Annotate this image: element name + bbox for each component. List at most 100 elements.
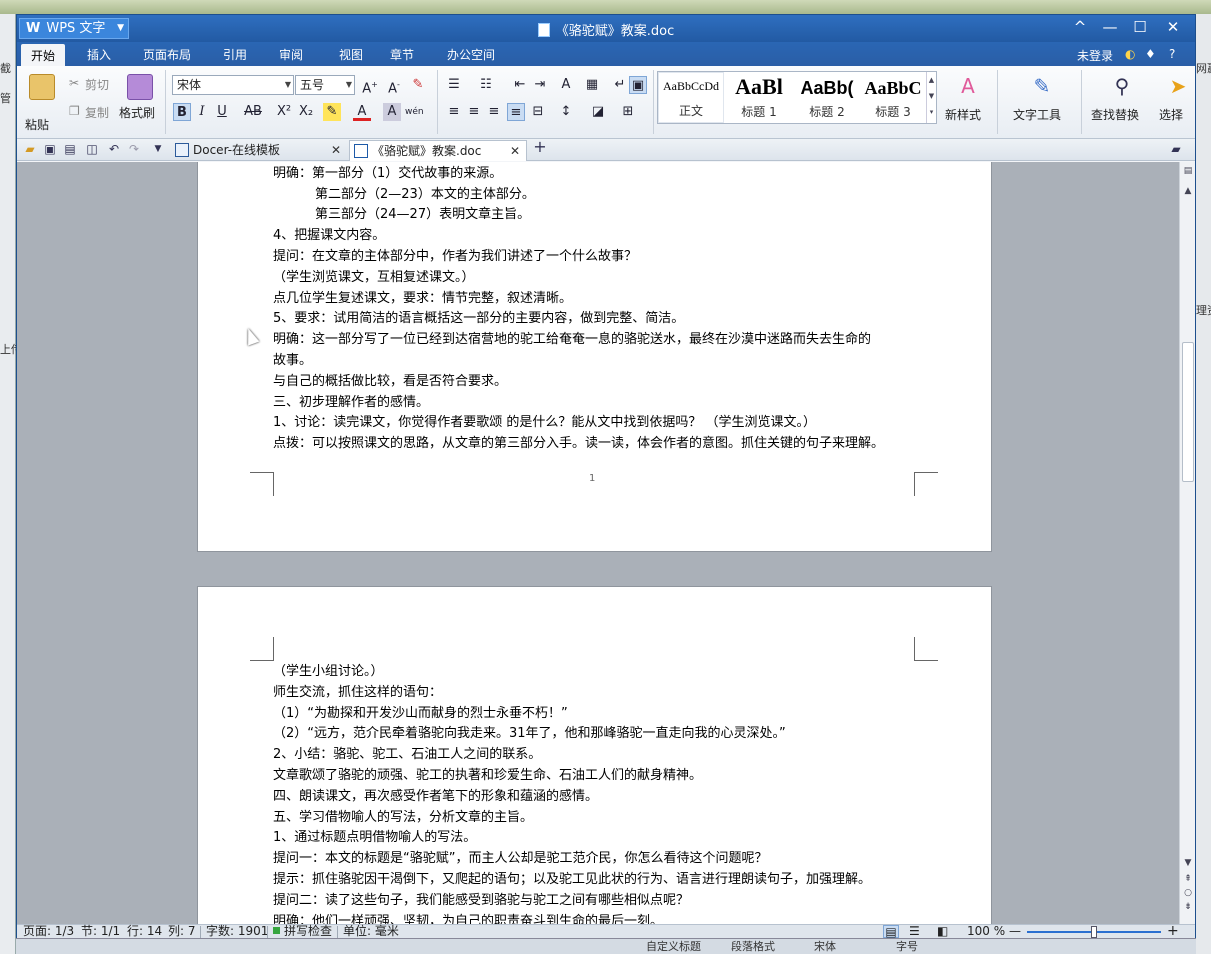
web-view-icon[interactable]: ◧ [937, 925, 948, 938]
style-heading-2[interactable]: AaBb(标题 2 [794, 72, 860, 123]
previous-page-icon[interactable]: ⇞ [1183, 874, 1193, 884]
zoom-level[interactable]: 100 % [967, 925, 1005, 938]
tab-view[interactable]: 视图 [339, 46, 363, 63]
close-tab-icon[interactable]: ✕ [331, 140, 341, 160]
scroll-down-icon[interactable]: ▼ [1183, 858, 1193, 868]
justify-icon[interactable]: ≡ [507, 103, 525, 121]
increase-indent-icon[interactable]: ⇥ [531, 76, 549, 94]
align-center-icon[interactable]: ≡ [465, 103, 483, 121]
tab-docer-templates[interactable]: Docer-在线模板 ✕ [171, 140, 347, 161]
line-spacing-icon[interactable]: ↕ [557, 103, 575, 121]
pinyin-icon[interactable]: wén [405, 103, 424, 121]
status-word-count[interactable]: 字数: 1901 [206, 925, 268, 938]
shirt-icon[interactable]: ♦ [1145, 47, 1156, 61]
find-replace-button[interactable]: 查找替换 [1091, 106, 1139, 123]
document-line[interactable]: 4、把握课文内容。 [273, 227, 385, 245]
clear-format-icon[interactable]: ✎ [409, 76, 427, 94]
paste-icon[interactable] [29, 74, 55, 100]
status-page[interactable]: 页面: 1/3 [23, 925, 74, 938]
style-gallery-scroll[interactable]: ▲ ▼ ▾ [926, 72, 936, 123]
scroll-page-icon[interactable]: ▤ [1183, 166, 1193, 176]
zoom-slider-thumb[interactable] [1091, 926, 1097, 938]
shrink-font-icon[interactable]: A- [385, 76, 403, 96]
copy-button[interactable]: 复制 [85, 104, 109, 121]
new-style-button[interactable]: 新样式 [945, 106, 981, 123]
document-line[interactable]: 三、初步理解作者的感情。 [273, 394, 429, 412]
zoom-slider[interactable] [1027, 926, 1161, 938]
skin-icon[interactable]: ◐ [1125, 47, 1135, 61]
borders-icon[interactable]: ⊞ [619, 103, 637, 121]
document-line[interactable]: （1）“为勘探和开发沙山而献身的烈士永垂不朽！” [273, 705, 568, 723]
maximize-button[interactable]: ☐ [1127, 18, 1153, 36]
select-button[interactable]: 选择 [1159, 106, 1183, 123]
superscript-button[interactable]: X² [275, 103, 293, 121]
paragraph-shading-icon[interactable]: ◪ [589, 103, 607, 121]
new-style-icon[interactable]: A [955, 74, 981, 100]
tab-chapter[interactable]: 章节 [390, 46, 414, 63]
subscript-button[interactable]: X₂ [297, 103, 315, 121]
help-button[interactable]: ? [1169, 47, 1175, 61]
style-heading-1[interactable]: AaBl 标题 1 [726, 72, 792, 123]
document-line[interactable]: （2）“远方，范介民牵着骆驼向我走来。31年了，他和那峰骆驼一直走向我的心灵深处… [273, 725, 786, 743]
next-page-icon[interactable]: ⇟ [1183, 902, 1193, 912]
scrollbar-thumb[interactable] [1182, 342, 1194, 482]
document-line[interactable]: 提问二：读了这些句子，我们能感受到骆驼与驼工之间有哪些相似点呢？ [273, 892, 689, 910]
show-marks-icon[interactable]: ▣ [629, 76, 647, 94]
select-cursor-icon[interactable]: ➤ [1165, 74, 1191, 100]
document-line[interactable]: 第三部分（24—27）表明文章主旨。 [315, 206, 530, 224]
bullet-list-icon[interactable]: ☰ [445, 76, 463, 94]
tab-insert[interactable]: 插入 [87, 46, 111, 63]
tab-document[interactable]: 《骆驼赋》教案.doc ✕ [349, 140, 527, 161]
redo-icon[interactable]: ↷ [127, 143, 141, 156]
format-painter-button[interactable]: 格式刷 [119, 104, 155, 121]
format-painter-icon[interactable] [127, 74, 153, 100]
font-color-icon[interactable]: A [353, 103, 371, 121]
decrease-indent-icon[interactable]: ⇤ [511, 76, 529, 94]
tab-office-space[interactable]: 办公空间 [447, 46, 495, 63]
save-icon[interactable]: ▣ [43, 143, 57, 156]
document-line[interactable]: 提示：抓住骆驼因干渴倒下，又爬起的语句；以及驼工见此状的行为、语言进行理朗读句子… [273, 871, 871, 889]
cut-button[interactable]: 剪切 [85, 76, 109, 93]
text-direction-icon[interactable]: A [557, 76, 575, 94]
document-line[interactable]: 师生交流，抓住这样的语句： [273, 684, 442, 702]
tab-home[interactable]: 开始 [21, 44, 66, 66]
browse-object-icon[interactable]: ○ [1183, 888, 1193, 898]
print-icon[interactable]: ▤ [63, 143, 77, 156]
login-link[interactable]: 未登录 [1077, 47, 1113, 64]
table-icon[interactable]: ▦ [583, 76, 601, 94]
document-line[interactable]: 与自己的概括做比较，看是否符合要求。 [273, 373, 507, 391]
style-normal[interactable]: AaBbCcDd 正文 [658, 72, 724, 123]
font-size-select[interactable]: 五号 ▼ [295, 75, 355, 95]
document-line[interactable]: 1、通过标题点明借物喻人的写法。 [273, 829, 476, 847]
document-line[interactable]: 明确：第一部分（1）交代故事的来源。 [273, 165, 502, 183]
document-line[interactable]: 点拨：可以按照课文的思路，从文章的第三部分入手。读一读，体会作者的意图。抓住关键… [273, 435, 884, 453]
document-line[interactable]: 提问一：本文的标题是“骆驼赋”，而主人公却是驼工范介民，你怎么看待这个问题呢？ [273, 850, 767, 868]
minimize-button[interactable]: — [1097, 18, 1123, 36]
document-line[interactable]: 第二部分（2—23）本文的主体部分。 [315, 186, 535, 204]
page-view-icon[interactable]: ▤ [883, 925, 899, 939]
undo-icon[interactable]: ↶ [107, 143, 121, 156]
print-preview-icon[interactable]: ◫ [85, 143, 99, 156]
tab-page-layout[interactable]: 页面布局 [143, 46, 191, 63]
close-tab-icon[interactable]: ✕ [510, 141, 520, 161]
align-right-icon[interactable]: ≡ [485, 103, 503, 121]
numbered-list-icon[interactable]: ☷ [477, 76, 495, 94]
customize-quick-access-icon[interactable]: ▼ [151, 143, 165, 156]
document-line[interactable]: 明确：他们一样顽强、坚韧，为自己的职责奋斗到生命的最后一刻。 [273, 913, 663, 924]
text-tools-button[interactable]: 文字工具 [1013, 106, 1061, 123]
open-folder-icon[interactable]: ▰ [23, 143, 37, 156]
status-unit[interactable]: 单位: 毫米 [343, 925, 399, 938]
document-line[interactable]: 故事。 [273, 352, 312, 370]
font-name-select[interactable]: 宋体 ▼ [172, 75, 294, 95]
grow-font-icon[interactable]: A+ [361, 76, 379, 96]
strikethrough-button[interactable]: AB [241, 103, 265, 121]
highlight-icon[interactable]: ✎ [323, 103, 341, 121]
document-line[interactable]: （学生浏览课文，互相复述课文。） [273, 269, 475, 287]
tab-options-icon[interactable]: ▰ [1169, 143, 1183, 156]
document-line[interactable]: 点几位学生复述课文，要求：情节完整，叙述清晰。 [273, 290, 572, 308]
close-button[interactable]: ✕ [1160, 18, 1186, 36]
outline-view-icon[interactable]: ☰ [909, 925, 920, 938]
document-line[interactable]: 2、小结：骆驼、驼工、石油工人之间的联系。 [273, 746, 541, 764]
scroll-up-icon[interactable]: ▲ [1183, 186, 1193, 196]
document-line[interactable]: 提问：在文章的主体部分中，作者为我们讲述了一个什么故事？ [273, 248, 637, 266]
